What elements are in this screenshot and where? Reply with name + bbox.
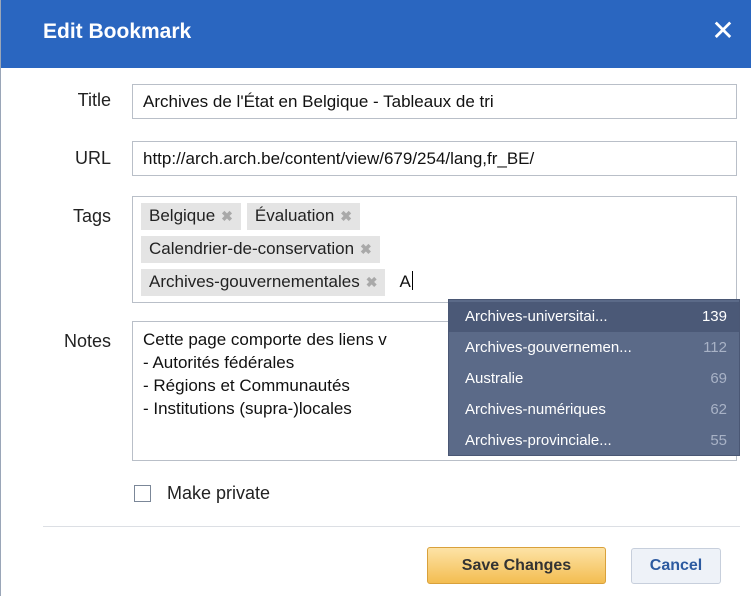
suggestion-name: Archives-universitai... <box>465 308 608 325</box>
edit-bookmark-dialog: Edit Bookmark ✕ Title URL Tags Belgique ✖… <box>0 0 751 596</box>
tags-field[interactable]: Belgique ✖ Évaluation ✖ Calendrier-de-conse… <box>132 196 737 303</box>
url-label: URL <box>74 148 111 168</box>
tag-chip: Évaluation ✖ <box>246 203 361 230</box>
text-caret <box>411 271 413 290</box>
tag-input-text: A <box>399 272 411 291</box>
suggestion-count: 62 <box>710 401 727 418</box>
remove-tag-icon[interactable]: ✖ <box>340 208 352 224</box>
url-field[interactable] <box>132 141 737 176</box>
suggestion-item[interactable]: Archives-numériques 62 <box>449 395 739 425</box>
suggestion-count: 112 <box>703 339 727 356</box>
make-private-label: Make private <box>167 482 271 503</box>
footer-divider <box>43 526 740 527</box>
suggestion-item[interactable]: Archives-provinciale... 55 <box>449 426 739 456</box>
dialog-title-bar: Edit Bookmark ✕ <box>1 0 751 68</box>
tag-chip: Belgique ✖ <box>141 203 241 230</box>
remove-tag-icon[interactable]: ✖ <box>221 208 233 224</box>
tag-label: Calendrier-de-conservation <box>149 239 355 258</box>
close-icon: ✕ <box>711 14 735 47</box>
url-input[interactable] <box>133 142 736 175</box>
save-changes-button[interactable]: Save Changes <box>427 547 606 584</box>
close-button[interactable]: ✕ <box>708 16 738 46</box>
suggestion-count: 55 <box>710 432 727 449</box>
tag-label: Évaluation <box>254 206 335 225</box>
title-input[interactable] <box>133 85 736 118</box>
suggestion-item[interactable]: Australie 69 <box>449 364 739 394</box>
suggestion-count: 139 <box>701 308 727 325</box>
suggestion-name: Australie <box>465 370 524 387</box>
make-private-option[interactable]: Make private <box>134 481 270 505</box>
tag-label: Archives-gouvernementales <box>149 272 360 291</box>
title-label: Title <box>77 90 111 110</box>
checkbox-icon[interactable] <box>134 484 151 502</box>
tag-chip: Calendrier-de-conservation ✖ <box>141 236 380 263</box>
suggestion-name: Archives-gouvernemen... <box>465 339 632 356</box>
tag-input[interactable]: A <box>399 271 413 292</box>
suggestion-name: Archives-provinciale... <box>465 432 612 449</box>
tags-label: Tags <box>72 206 111 226</box>
remove-tag-icon[interactable]: ✖ <box>360 241 372 257</box>
suggestion-name: Archives-numériques <box>465 401 606 418</box>
tag-chip: Archives-gouvernementales ✖ <box>141 269 386 296</box>
tag-suggestions-dropdown: Archives-universitai... 139 Archives-gou… <box>448 299 740 456</box>
cancel-button[interactable]: Cancel <box>631 548 721 584</box>
dialog-title: Edit Bookmark <box>43 20 192 43</box>
title-field[interactable] <box>132 84 737 119</box>
suggestion-count: 69 <box>710 370 727 387</box>
remove-tag-icon[interactable]: ✖ <box>366 274 378 290</box>
notes-label: Notes <box>63 331 111 351</box>
tag-label: Belgique <box>149 206 216 225</box>
suggestion-item[interactable]: Archives-gouvernemen... 112 <box>449 333 739 363</box>
suggestion-item[interactable]: Archives-universitai... 139 <box>449 302 739 332</box>
